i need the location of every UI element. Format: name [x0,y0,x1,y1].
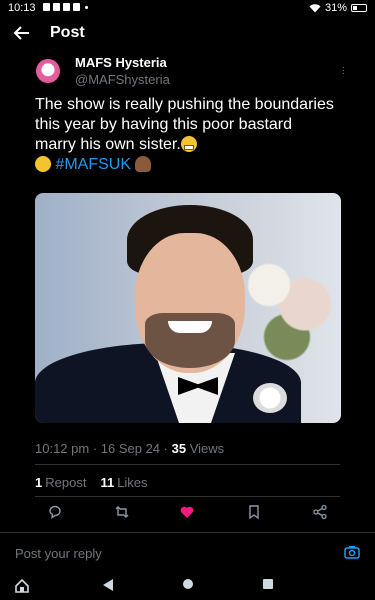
back-triangle-icon[interactable] [102,578,114,592]
status-time: 10:13 [8,2,36,14]
likes-count: 11 [100,475,115,490]
repost-icon[interactable] [114,504,130,520]
grimacing-face-emoji-icon [180,136,197,152]
avatar[interactable] [36,59,60,83]
battery-percent: 31% [324,2,347,14]
share-icon[interactable] [312,504,328,520]
author-name[interactable]: MAFS Hysteria [75,55,167,70]
hashtag-link[interactable]: #MAFSUK [55,156,131,173]
photo-boutonniere [253,383,287,413]
battery-icon [351,4,367,12]
views-count: 35 [171,441,187,456]
tweet-stats: 1 Repost 11 Likes [35,475,148,490]
top-bar: Post [0,16,375,50]
reply-icon[interactable] [47,504,63,520]
status-bar: 10:13 31% [0,0,375,16]
reposts-label: Repost [45,475,87,490]
tweet-photo[interactable] [35,193,341,423]
notification-icons [43,3,88,11]
more-notifications-icon [85,5,88,9]
system-nav-bar [0,572,375,600]
photo-smile [168,321,212,333]
views-label: Views [189,441,225,456]
home-circle-icon[interactable] [182,578,194,590]
reply-input[interactable]: Post your reply [15,546,102,561]
bookmark-icon[interactable] [246,504,262,520]
action-bar [35,504,340,522]
notification-icon [53,3,60,11]
reposts-stat[interactable]: 1 Repost [35,475,86,490]
page-title: Post [50,24,85,41]
reposts-count: 1 [35,475,43,490]
recents-square-icon[interactable] [262,578,274,590]
more-options-icon[interactable]: · · · [342,63,345,79]
back-arrow-icon[interactable] [12,23,32,43]
laughing-face-emoji-icon [35,156,51,172]
meta-separator: · [160,441,172,456]
camera-icon[interactable] [344,545,360,559]
reply-bar: Post your reply [0,532,375,573]
divider [35,464,340,465]
wifi-icon [309,3,321,12]
divider [35,496,340,497]
tweet-time: 10:12 pm [35,441,90,456]
notification-icon [63,3,70,11]
tweet-text: The show is really pushing the boundarie… [35,95,335,175]
likes-label: Likes [117,475,148,490]
author-handle[interactable]: @MAFShysteria [75,72,170,87]
like-icon[interactable] [179,504,195,520]
notification-icon [43,3,50,11]
meta-separator: · [89,441,101,456]
person-in-tuxedo-emoji-icon [135,156,152,172]
battery-level-fill [353,6,357,10]
likes-stat[interactable]: 11 Likes [100,475,147,490]
tweet-date: 16 Sep 24 [100,441,161,456]
tweet-meta: 10:12 pm · 16 Sep 24 · 35 Views [35,441,224,456]
home-icon[interactable] [14,578,30,594]
notification-icon [73,3,80,11]
